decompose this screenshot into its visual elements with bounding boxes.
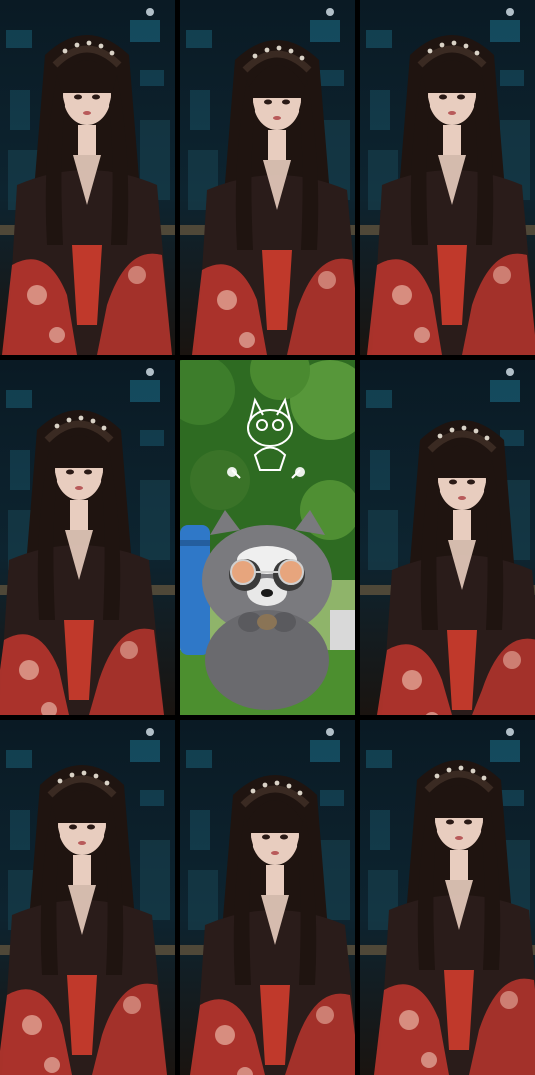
photo-tile-6	[360, 360, 535, 715]
photo-grid	[0, 0, 535, 1075]
photo-tile-2	[180, 0, 355, 355]
photo-tile-9	[360, 720, 535, 1075]
woman-photo-image	[360, 360, 535, 715]
woman-photo-image	[360, 0, 535, 355]
woman-photo-image	[180, 0, 355, 355]
photo-tile-3	[360, 0, 535, 355]
photo-tile-5-raccoon-filter	[180, 360, 355, 715]
woman-photo-image	[0, 720, 175, 1075]
photo-tile-7	[0, 720, 175, 1075]
woman-photo-image	[0, 0, 175, 355]
woman-photo-image	[0, 360, 175, 715]
photo-tile-8	[180, 720, 355, 1075]
woman-photo-image	[360, 720, 535, 1075]
raccoon-filter-image	[180, 360, 355, 715]
photo-tile-1	[0, 0, 175, 355]
woman-photo-image	[180, 720, 355, 1075]
photo-tile-4	[0, 360, 175, 715]
